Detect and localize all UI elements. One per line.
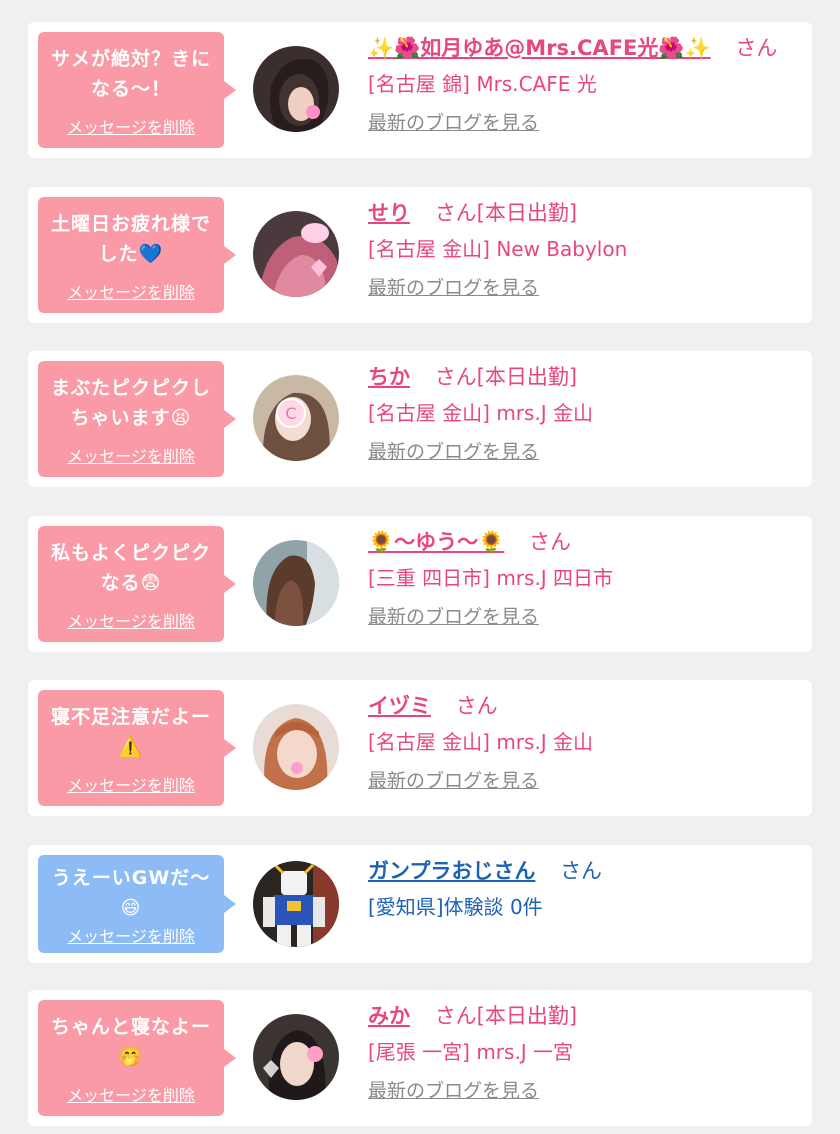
avatar[interactable] — [253, 861, 339, 947]
delete-message-link[interactable]: メッセージを削除 — [38, 608, 224, 632]
message-list: サメが絶対？きになる〜！ メッセージを削除 ✨🌺如月ゆあ@Mrs.CAFE光🌺✨… — [0, 0, 840, 1134]
shop-info: [名古屋 金山] mrs.J 金山 — [368, 401, 594, 425]
message-card: まぶたピクピクしちゃいます😫 メッセージを削除 C ちか さん[本日出勤] [名… — [28, 351, 812, 487]
avatar[interactable] — [253, 1014, 339, 1100]
message-bubble: ちゃんと寝なよー🤭 メッセージを削除 — [38, 1000, 236, 1116]
san-suffix: さん[本日出勤] — [434, 365, 578, 389]
latest-blog-link[interactable]: 最新のブログを見る — [368, 108, 539, 135]
message-text: ちゃんと寝なよー🤭 — [50, 1016, 211, 1068]
svg-text:C: C — [285, 404, 296, 423]
woman-photo-icon: C — [253, 375, 339, 461]
san-suffix: さん[本日出勤] — [434, 1004, 578, 1028]
delete-message-link[interactable]: メッセージを削除 — [38, 114, 224, 138]
message-text: 寝不足注意だよー⚠️ — [50, 706, 211, 758]
message-card: 私もよくピクピクなる😨 メッセージを削除 🌻〜ゆう〜🌻 さん [三重 四日市] … — [28, 516, 812, 652]
robot-model-photo-icon — [253, 861, 339, 947]
san-suffix: さん[本日出勤] — [434, 201, 578, 225]
message-bubble: 寝不足注意だよー⚠️ メッセージを削除 — [38, 690, 236, 806]
message-card: ちゃんと寝なよー🤭 メッセージを削除 みか さん[本日出勤] [尾張 一宮] m… — [28, 990, 812, 1126]
delete-message-link[interactable]: メッセージを削除 — [38, 1082, 224, 1106]
message-bubble: 土曜日お疲れ様でした💙 メッセージを削除 — [38, 197, 236, 313]
san-suffix: さん — [528, 530, 571, 554]
shop-info: [名古屋 錦] Mrs.CAFE 光 — [368, 72, 597, 96]
shop-info: [尾張 一宮] mrs.J 一宮 — [368, 1040, 574, 1064]
user-name-link[interactable]: ガンプラおじさん — [368, 859, 535, 883]
message-bubble: うえーいGWだ〜😄 メッセージを削除 — [38, 855, 236, 953]
user-name-link[interactable]: ✨🌺如月ゆあ@Mrs.CAFE光🌺✨ — [368, 36, 711, 60]
latest-blog-link[interactable]: 最新のブログを見る — [368, 1076, 539, 1103]
user-name-link[interactable]: みか — [368, 1004, 410, 1028]
san-suffix: さん — [560, 859, 603, 883]
message-text: サメが絶対？きになる〜！ — [50, 48, 211, 100]
woman-photo-icon — [253, 1014, 339, 1100]
message-bubble: まぶたピクピクしちゃいます😫 メッセージを削除 — [38, 361, 236, 477]
message-text: 土曜日お疲れ様でした💙 — [50, 213, 211, 265]
woman-photo-icon — [253, 540, 339, 626]
message-bubble: 私もよくピクピクなる😨 メッセージを削除 — [38, 526, 236, 642]
user-name-link[interactable]: ちか — [368, 365, 410, 389]
delete-message-link[interactable]: メッセージを削除 — [38, 279, 224, 303]
avatar[interactable] — [253, 46, 339, 132]
user-name-link[interactable]: 🌻〜ゆう〜🌻 — [368, 530, 504, 554]
user-name-link[interactable]: イヅミ — [368, 694, 431, 718]
latest-blog-link[interactable]: 最新のブログを見る — [368, 273, 539, 300]
shop-info: [名古屋 金山] mrs.J 金山 — [368, 730, 594, 754]
woman-photo-icon — [253, 211, 339, 297]
message-bubble: サメが絶対？きになる〜！ メッセージを削除 — [38, 32, 236, 148]
woman-photo-icon — [253, 46, 339, 132]
shop-info: [愛知県]体験談 0件 — [368, 895, 543, 919]
woman-photo-icon — [253, 704, 339, 790]
avatar[interactable] — [253, 540, 339, 626]
message-text: 私もよくピクピクなる😨 — [50, 542, 211, 594]
message-card: 土曜日お疲れ様でした💙 メッセージを削除 せり さん[本日出勤] [名古屋 金山… — [28, 187, 812, 323]
latest-blog-link[interactable]: 最新のブログを見る — [368, 602, 539, 629]
message-card: サメが絶対？きになる〜！ メッセージを削除 ✨🌺如月ゆあ@Mrs.CAFE光🌺✨… — [28, 22, 812, 158]
delete-message-link[interactable]: メッセージを削除 — [38, 443, 224, 467]
avatar[interactable] — [253, 704, 339, 790]
shop-info: [三重 四日市] mrs.J 四日市 — [368, 566, 614, 590]
avatar[interactable]: C — [253, 375, 339, 461]
delete-message-link[interactable]: メッセージを削除 — [38, 923, 224, 947]
message-card: 寝不足注意だよー⚠️ メッセージを削除 イヅミ さん [名古屋 金山] mrs.… — [28, 680, 812, 816]
san-suffix: さん — [455, 694, 498, 718]
message-card: うえーいGWだ〜😄 メッセージを削除 ガンプラおじさん さん [愛知県]体験談 … — [28, 845, 812, 963]
latest-blog-link[interactable]: 最新のブログを見る — [368, 437, 539, 464]
shop-info: [名古屋 金山] New Babylon — [368, 237, 628, 261]
avatar[interactable] — [253, 211, 339, 297]
delete-message-link[interactable]: メッセージを削除 — [38, 772, 224, 796]
san-suffix: さん — [735, 36, 778, 60]
user-name-link[interactable]: せり — [368, 201, 410, 225]
message-text: まぶたピクピクしちゃいます😫 — [50, 377, 211, 429]
latest-blog-link[interactable]: 最新のブログを見る — [368, 766, 539, 793]
message-text: うえーいGWだ〜😄 — [51, 867, 211, 919]
